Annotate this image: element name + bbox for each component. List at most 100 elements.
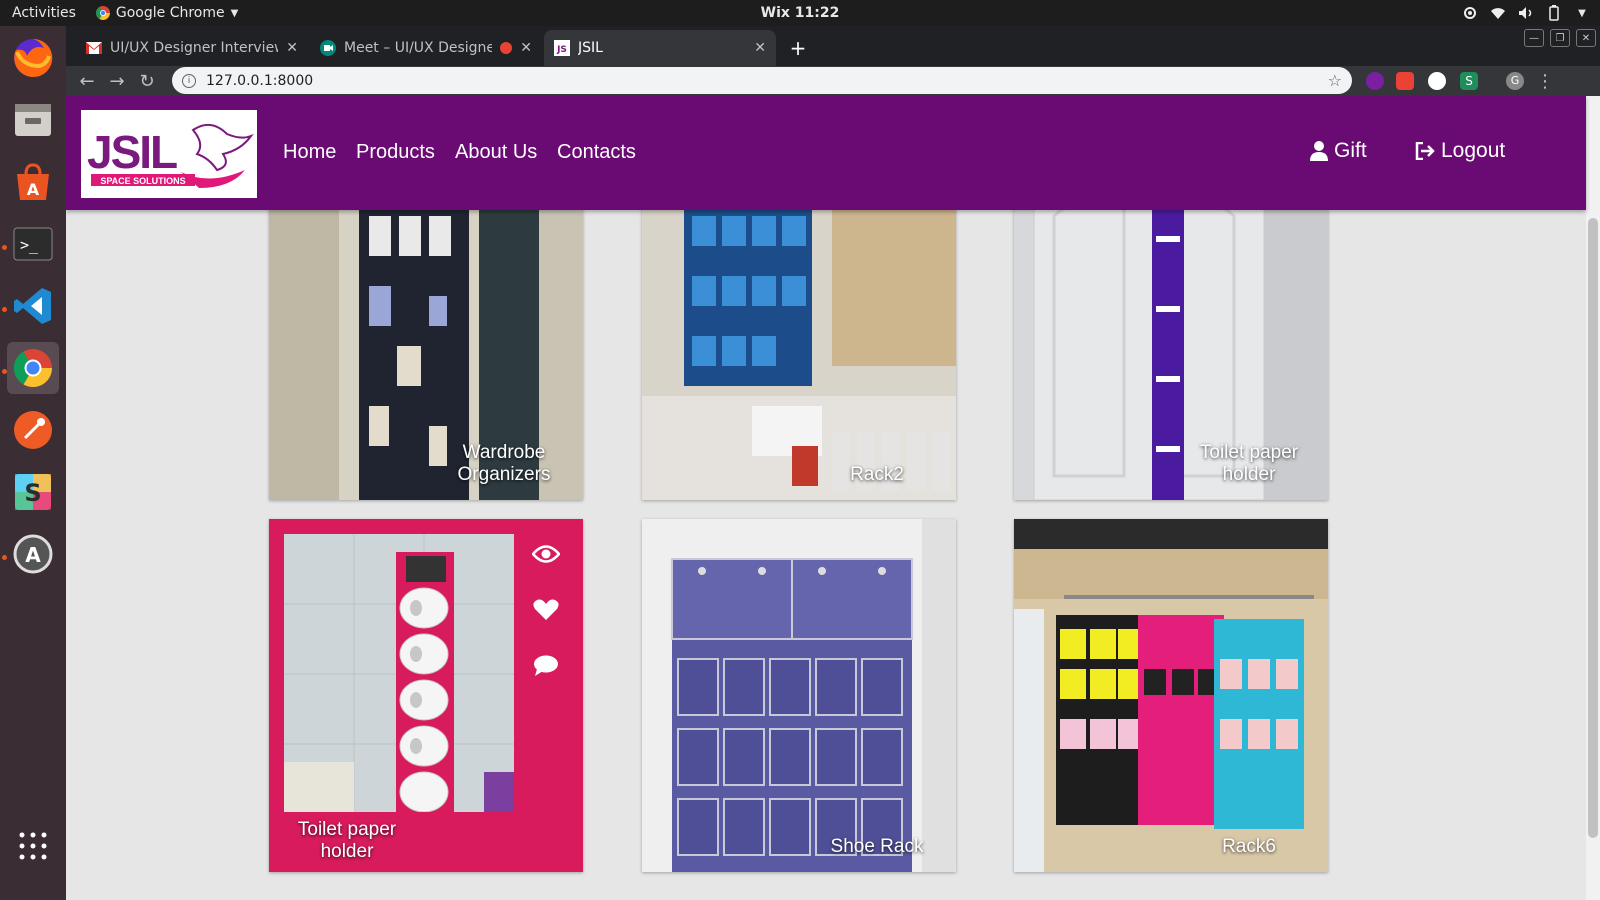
svg-text:SPACE SOLUTIONS: SPACE SOLUTIONS bbox=[100, 176, 185, 186]
address-bar[interactable]: i 127.0.0.1:8000 ☆ bbox=[172, 67, 1352, 94]
chevron-down-icon[interactable]: ▼ bbox=[1574, 5, 1590, 21]
comment-icon[interactable] bbox=[531, 651, 561, 681]
tab-jsil[interactable]: JS JSIL ✕ bbox=[544, 30, 776, 66]
page-scrollbar[interactable] bbox=[1586, 96, 1600, 900]
gift-link[interactable]: Gift bbox=[1310, 139, 1367, 163]
svg-text:JS: JS bbox=[556, 45, 567, 55]
svg-text:A: A bbox=[27, 180, 40, 199]
accessibility-icon[interactable] bbox=[1462, 5, 1478, 21]
close-icon[interactable]: ✕ bbox=[286, 40, 298, 56]
back-icon[interactable]: ← bbox=[72, 66, 102, 96]
extension-s-icon[interactable]: S bbox=[1460, 72, 1478, 90]
jsil-logo[interactable]: JSIL SPACE SOLUTIONS bbox=[81, 110, 257, 198]
product-caption: Wardrobe Organizers bbox=[457, 442, 551, 485]
app-grid-icon[interactable] bbox=[7, 820, 59, 872]
maximize-button[interactable]: ❐ bbox=[1550, 29, 1570, 47]
assassins-creed-theme-logo bbox=[864, 32, 974, 60]
product-card[interactable]: Rack2 bbox=[642, 196, 956, 500]
svg-text:>_: >_ bbox=[20, 236, 39, 254]
tab-title: UI/UX Designer Interview bbox=[110, 40, 279, 56]
extension-icon[interactable] bbox=[1366, 72, 1384, 90]
close-icon[interactable]: ✕ bbox=[754, 40, 766, 56]
tab-gmail[interactable]: UI/UX Designer Interview ✕ bbox=[76, 30, 308, 66]
window-controls: — ❐ ✕ bbox=[1524, 29, 1596, 47]
jsil-favicon: JS bbox=[554, 40, 570, 56]
product-image bbox=[1014, 519, 1328, 872]
nav-about-us[interactable]: About Us bbox=[455, 141, 537, 164]
activities-button[interactable]: Activities bbox=[0, 5, 88, 21]
profile-avatar[interactable]: G bbox=[1506, 72, 1524, 90]
product-caption: Shoe Rack bbox=[830, 836, 924, 857]
tab-title: Meet – UI/UX Designer bbox=[344, 40, 493, 56]
logout-link[interactable]: Logout bbox=[1415, 139, 1505, 163]
user-icon bbox=[1310, 141, 1328, 161]
gift-label: Gift bbox=[1334, 139, 1367, 162]
product-caption: Rack6 bbox=[1222, 836, 1276, 857]
software-center-icon[interactable]: A bbox=[7, 156, 59, 208]
browser-toolbar: ← → ↻ i 127.0.0.1:8000 ☆ S G ⋮ bbox=[66, 66, 1600, 96]
product-card[interactable]: Rack6 bbox=[1014, 519, 1328, 872]
reload-icon[interactable]: ↻ bbox=[132, 66, 162, 96]
volume-icon[interactable] bbox=[1518, 5, 1534, 21]
gmail-icon bbox=[86, 42, 102, 54]
svg-text:JSIL: JSIL bbox=[87, 126, 177, 178]
info-icon[interactable]: i bbox=[182, 73, 196, 88]
system-top-bar: Activities Google Chrome ▼ Wix 11:22 ▼ bbox=[0, 0, 1600, 26]
svg-text:S: S bbox=[24, 479, 41, 507]
scrollbar-thumb[interactable] bbox=[1588, 218, 1598, 838]
nav-products[interactable]: Products bbox=[356, 141, 435, 164]
chrome-small-icon bbox=[95, 6, 110, 20]
product-caption: Toilet paper holder bbox=[297, 819, 397, 862]
extension-icon[interactable] bbox=[1428, 72, 1446, 90]
wifi-icon[interactable] bbox=[1490, 5, 1506, 21]
dock: A >_ S A bbox=[0, 26, 66, 900]
svg-text:A: A bbox=[25, 543, 41, 567]
close-icon[interactable]: ✕ bbox=[520, 40, 532, 56]
product-caption: Toilet paper holder bbox=[1199, 442, 1299, 485]
files-icon[interactable] bbox=[7, 94, 59, 146]
meet-icon bbox=[320, 40, 336, 56]
logout-label: Logout bbox=[1441, 139, 1506, 162]
kebab-menu-icon[interactable]: ⋮ bbox=[1530, 66, 1560, 96]
bookmark-star-icon[interactable]: ☆ bbox=[1328, 71, 1342, 90]
app-menu[interactable]: Google Chrome ▼ bbox=[95, 5, 239, 21]
postman-icon[interactable] bbox=[7, 404, 59, 456]
url-text: 127.0.0.1:8000 bbox=[206, 72, 314, 89]
firefox-icon[interactable] bbox=[7, 32, 59, 84]
site-navbar: JSIL SPACE SOLUTIONS Home Products About… bbox=[66, 96, 1586, 210]
product-image bbox=[642, 196, 956, 500]
product-image bbox=[642, 519, 956, 872]
product-card-hovered[interactable]: Toilet paper holder bbox=[269, 519, 583, 872]
terminal-icon[interactable]: >_ bbox=[7, 218, 59, 270]
tab-meet[interactable]: Meet – UI/UX Designer ✕ bbox=[310, 30, 542, 66]
tab-strip: UI/UX Designer Interview ✕ Meet – UI/UX … bbox=[66, 26, 1600, 66]
screen-recorder-icon[interactable] bbox=[1396, 72, 1414, 90]
chrome-icon[interactable] bbox=[7, 342, 59, 394]
sign-out-icon bbox=[1415, 142, 1435, 160]
clock[interactable]: Wix 11:22 bbox=[0, 5, 1600, 21]
recording-icon bbox=[500, 42, 513, 54]
nav-contacts[interactable]: Contacts bbox=[557, 141, 636, 164]
battery-icon[interactable] bbox=[1546, 5, 1562, 21]
tab-title: JSIL bbox=[578, 40, 603, 56]
software-updater-icon[interactable]: A bbox=[7, 528, 59, 580]
heart-icon[interactable] bbox=[531, 595, 561, 625]
vscode-icon[interactable] bbox=[7, 280, 59, 332]
product-card[interactable]: Shoe Rack bbox=[642, 519, 956, 872]
app-menu-label: Google Chrome bbox=[115, 5, 225, 21]
slack-icon[interactable]: S bbox=[7, 466, 59, 518]
close-window-button[interactable]: ✕ bbox=[1576, 29, 1596, 47]
minimize-button[interactable]: — bbox=[1524, 29, 1544, 47]
page-viewport: JSIL SPACE SOLUTIONS Home Products About… bbox=[66, 96, 1600, 900]
system-tray[interactable]: ▼ bbox=[1462, 0, 1590, 26]
product-card[interactable]: Toilet paper holder bbox=[1014, 196, 1328, 500]
product-caption: Rack2 bbox=[850, 464, 904, 485]
product-thumbnail bbox=[284, 534, 514, 812]
nav-home[interactable]: Home bbox=[283, 141, 336, 164]
view-icon[interactable] bbox=[531, 539, 561, 569]
forward-icon[interactable]: → bbox=[102, 66, 132, 96]
chevron-down-icon: ▼ bbox=[230, 7, 239, 19]
browser-window: UI/UX Designer Interview ✕ Meet – UI/UX … bbox=[66, 26, 1600, 900]
product-card[interactable]: Wardrobe Organizers bbox=[269, 196, 583, 500]
new-tab-button[interactable]: + bbox=[784, 34, 812, 62]
